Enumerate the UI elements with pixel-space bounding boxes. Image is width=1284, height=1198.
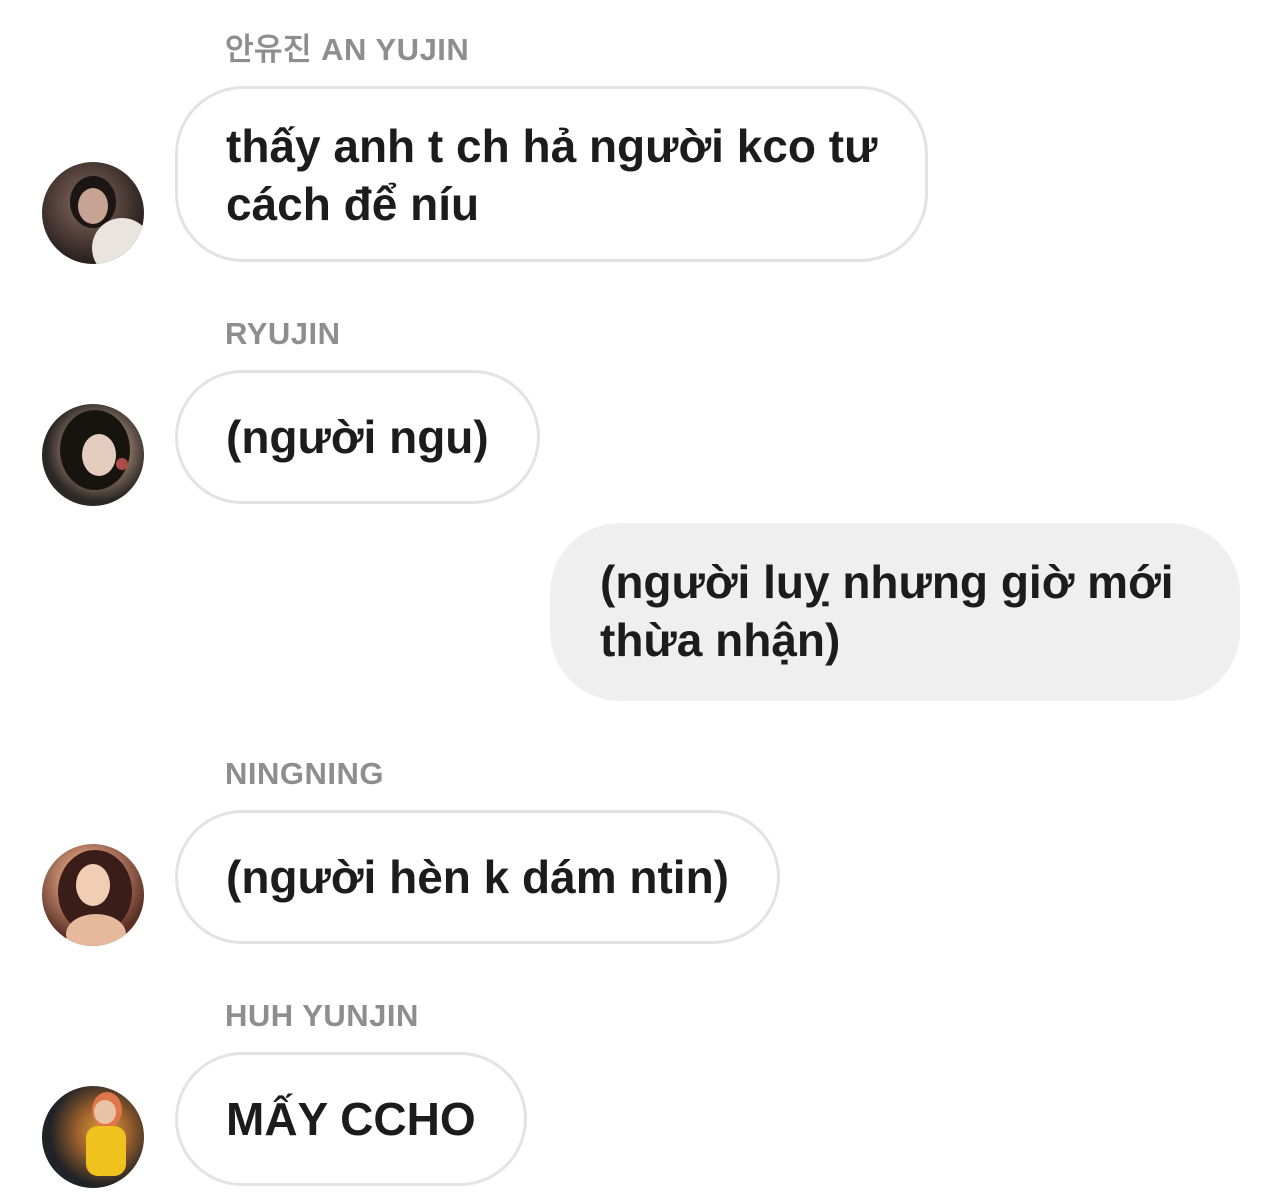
message-bubble-outgoing[interactable]: (người luỵ nhưng giờ mới thừa nhận) xyxy=(550,523,1240,701)
message-text: thấy anh t ch hả người kco tư xyxy=(226,120,878,172)
message-text: (người ngu) xyxy=(226,411,489,463)
sender-name: NINGNING xyxy=(225,756,384,791)
message-bubble-incoming[interactable]: (người ngu) xyxy=(175,370,540,504)
sender-name: 안유진 AN YUJIN xyxy=(225,32,470,67)
avatar[interactable] xyxy=(42,162,144,264)
message-text: cách để níu xyxy=(226,178,480,230)
message-bubble-incoming[interactable]: thấy anh t ch hả người kco tư cách để ní… xyxy=(175,86,929,262)
sender-name: HUH YUNJIN xyxy=(225,998,419,1033)
message-text: thừa nhận) xyxy=(600,614,841,666)
message-text: (người luỵ nhưng giờ mới xyxy=(600,556,1174,608)
avatar[interactable] xyxy=(42,1086,144,1188)
message-bubble-incoming[interactable]: (người hèn k dám ntin) xyxy=(175,810,780,944)
avatar[interactable] xyxy=(42,844,144,946)
message-text: MẤY CCHO xyxy=(226,1093,476,1145)
message-bubble-incoming[interactable]: MẤY CCHO xyxy=(175,1052,527,1186)
message-text: (người hèn k dám ntin) xyxy=(226,851,729,903)
avatar[interactable] xyxy=(42,404,144,506)
sender-name: RYUJIN xyxy=(225,316,341,351)
